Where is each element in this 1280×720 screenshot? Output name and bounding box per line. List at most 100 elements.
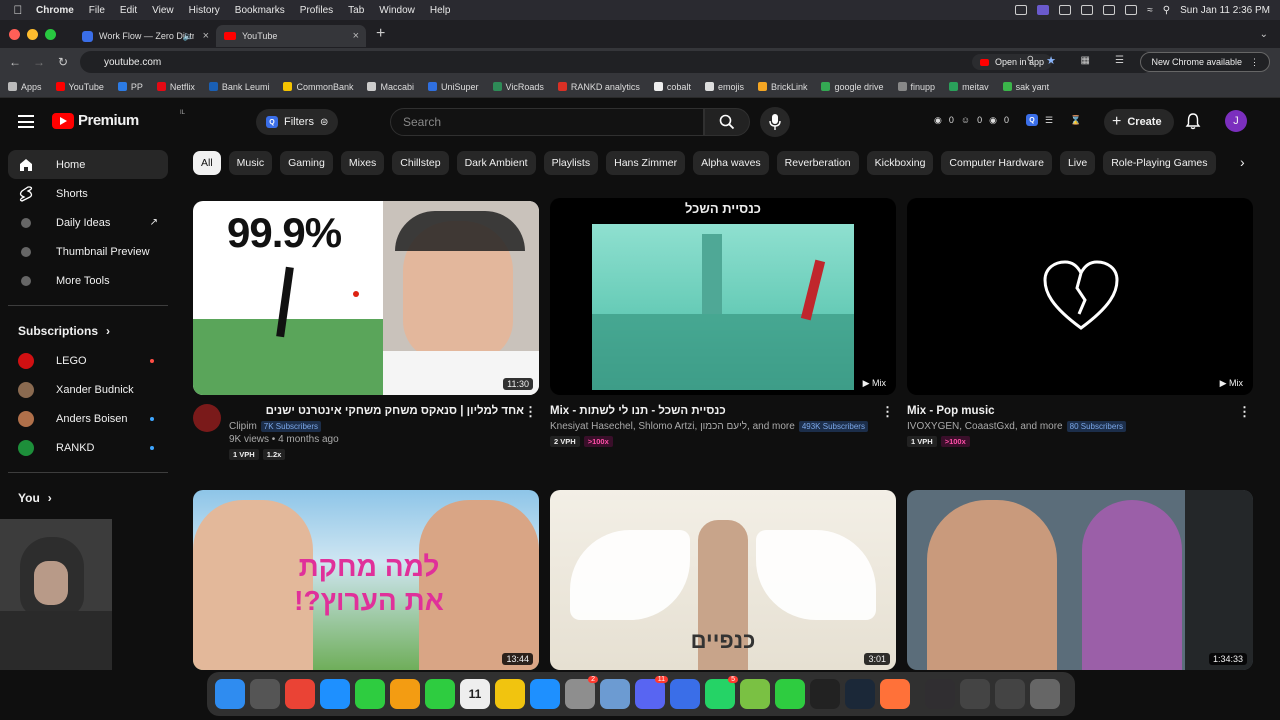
- tab-work-flow[interactable]: Work Flow — Zero Distrac 🔈 ×: [74, 25, 216, 47]
- wifi-icon[interactable]: ≈: [1147, 5, 1153, 16]
- discord-icon[interactable]: 11: [635, 676, 668, 709]
- status-icon-2[interactable]: [1037, 5, 1050, 15]
- bookmark-cobalt[interactable]: cobalt: [653, 82, 691, 92]
- video-thumbnail[interactable]: כנפיים 3:01: [550, 490, 896, 670]
- hourglass-icon[interactable]: ⌛: [1070, 115, 1081, 126]
- video-card[interactable]: כנפיים 3:01: [550, 490, 896, 670]
- zoom-icon[interactable]: ⚲: [1027, 55, 1034, 66]
- bookmark-finupp[interactable]: finupp: [897, 82, 935, 92]
- filters-button[interactable]: Q Filters ⊜: [256, 109, 339, 135]
- menu-profiles[interactable]: Profiles: [300, 5, 333, 16]
- open-in-app-button[interactable]: Open in app: [971, 54, 1052, 70]
- status-icon-1[interactable]: [1015, 5, 1028, 15]
- bookmark-bank-leumi[interactable]: Bank Leumi: [208, 82, 269, 92]
- status-icon-4[interactable]: [1081, 5, 1094, 15]
- channel-name[interactable]: Clipim: [229, 421, 257, 432]
- more-menu-icon[interactable]: ⋮: [1250, 57, 1259, 68]
- menu-history[interactable]: History: [189, 5, 220, 16]
- video-title[interactable]: Mix - כנסיית השכל - תנו לי לשתות: [550, 404, 880, 419]
- video-card[interactable]: למה מחקת את הערוץ?! 13:44: [193, 490, 539, 670]
- chip-computer-hardware[interactable]: Computer Hardware: [941, 151, 1052, 175]
- minimize-window-button[interactable]: [27, 28, 38, 40]
- status-icon-3[interactable]: [1059, 5, 1072, 15]
- chip-chillstep[interactable]: Chillstep: [392, 151, 449, 175]
- system-settings-icon[interactable]: 2: [565, 676, 598, 709]
- back-button[interactable]: ←: [3, 55, 27, 69]
- notifications-bell-icon[interactable]: [1184, 112, 1202, 130]
- audio-playing-icon[interactable]: 🔈: [183, 31, 194, 42]
- video-card[interactable]: כנסיית השכל ▶ Mix Mix - כנסיית השכל - תנ…: [550, 198, 896, 447]
- bookmark-vicroads[interactable]: VicRoads: [492, 82, 544, 92]
- bookmark-rankd-analytics[interactable]: RANKD analytics: [557, 82, 640, 92]
- subscriptions-heading[interactable]: Subscriptions ›: [8, 316, 168, 346]
- sidebar-item-home[interactable]: Home: [8, 150, 168, 179]
- channel-name[interactable]: IVOXYGEN, CoaastGxd, and more: [907, 421, 1063, 432]
- notes-icon[interactable]: [495, 679, 525, 709]
- video-card[interactable]: 1:34:33: [907, 490, 1253, 670]
- video-card[interactable]: 99.9% 11:30 אחד למליון | סנאקס משחק משחק…: [193, 201, 539, 460]
- apple-menu-icon[interactable]: : [0, 3, 36, 17]
- launchpad-icon[interactable]: [250, 679, 280, 709]
- video-thumbnail[interactable]: 99.9% 11:30: [193, 201, 539, 395]
- chip-role-playing-games[interactable]: Role-Playing Games: [1103, 151, 1216, 175]
- chip-alpha-waves[interactable]: Alpha waves: [693, 151, 769, 175]
- subscription-item-anders-boisen[interactable]: Anders Boisen: [8, 404, 168, 433]
- search-spotlight-icon[interactable]: ⚲: [1163, 5, 1170, 16]
- chips-next-arrow-icon[interactable]: ›: [1240, 154, 1245, 170]
- youtube-premium-logo[interactable]: Premium IL: [52, 110, 185, 129]
- bookmark-maccabi[interactable]: Maccabi: [367, 82, 414, 92]
- hamburger-menu-icon[interactable]: [18, 115, 34, 128]
- whatsapp-icon[interactable]: 5: [705, 676, 738, 709]
- media-control-icon[interactable]: ☰: [1115, 55, 1124, 66]
- bookmark-bricklink[interactable]: BrickLink: [757, 82, 807, 92]
- sidebar-item-shorts[interactable]: Shorts: [8, 179, 168, 208]
- zoom-window-button[interactable]: [45, 28, 56, 40]
- more-options-icon[interactable]: ⋮: [1238, 404, 1251, 420]
- search-input[interactable]: [403, 115, 703, 129]
- video-thumbnail[interactable]: למה מחקת את הערוץ?! 13:44: [193, 490, 539, 670]
- list-icon[interactable]: ☰: [1045, 115, 1053, 126]
- chip-mixes[interactable]: Mixes: [340, 151, 385, 175]
- screen-icon[interactable]: [960, 679, 990, 709]
- close-window-button[interactable]: [9, 28, 20, 40]
- safari-icon[interactable]: [320, 679, 350, 709]
- subscription-item-lego[interactable]: LEGO: [8, 346, 168, 375]
- status-icon-5[interactable]: [1103, 5, 1116, 15]
- firefox-icon[interactable]: [880, 679, 910, 709]
- new-chrome-available-button[interactable]: New Chrome available ⋮: [1140, 52, 1270, 72]
- menu-help[interactable]: Help: [430, 5, 451, 16]
- bookmark-meitav[interactable]: meitav: [949, 82, 989, 92]
- extension-icon[interactable]: Q: [1025, 114, 1038, 126]
- photos-icon[interactable]: [390, 679, 420, 709]
- bookmark-google-drive[interactable]: google drive: [821, 82, 884, 92]
- bookmark-apps[interactable]: Apps: [8, 82, 42, 92]
- tab-youtube[interactable]: YouTube ×: [216, 25, 366, 47]
- capcut-icon[interactable]: [810, 679, 840, 709]
- robinhood-icon[interactable]: [775, 679, 805, 709]
- bookmark-sak-yant[interactable]: sak yant: [1002, 82, 1049, 92]
- channel-name[interactable]: Knesiyat Hasechel, Shlomo Artzi, ליעם הכ…: [550, 421, 795, 432]
- chip-hans-zimmer[interactable]: Hans Zimmer: [606, 151, 686, 175]
- sidebar-item-thumbnail-preview[interactable]: Thumbnail Preview: [8, 237, 168, 266]
- chip-reverberation[interactable]: Reverberation: [776, 151, 859, 175]
- battery-icon[interactable]: [1125, 5, 1138, 15]
- menu-file[interactable]: File: [89, 5, 105, 16]
- video-title[interactable]: אחד למליון | סנאקס משחק משחקי אינטרנט יש…: [229, 404, 524, 419]
- close-tab-icon[interactable]: ×: [203, 30, 209, 42]
- account-avatar[interactable]: J: [1225, 110, 1247, 132]
- menubar-clock[interactable]: Sun Jan 11 2:36 PM: [1180, 5, 1270, 16]
- sidebar-item-more-tools[interactable]: More Tools: [8, 266, 168, 295]
- chip-gaming[interactable]: Gaming: [280, 151, 333, 175]
- bookmark-emojis[interactable]: emojis: [704, 82, 744, 92]
- folder-icon[interactable]: [995, 679, 1025, 709]
- video-thumbnail[interactable]: כנסיית השכל ▶ Mix: [550, 198, 896, 395]
- menu-edit[interactable]: Edit: [120, 5, 137, 16]
- vectorworks-icon[interactable]: [740, 679, 770, 709]
- new-tab-button[interactable]: +: [376, 25, 385, 43]
- you-heading[interactable]: You ›: [8, 483, 168, 513]
- arc-icon[interactable]: [670, 679, 700, 709]
- finder-icon[interactable]: [215, 679, 245, 709]
- search-box[interactable]: [390, 108, 704, 136]
- bookmark-unisuper[interactable]: UniSuper: [428, 82, 479, 92]
- video-thumbnail[interactable]: 1:34:33: [907, 490, 1253, 670]
